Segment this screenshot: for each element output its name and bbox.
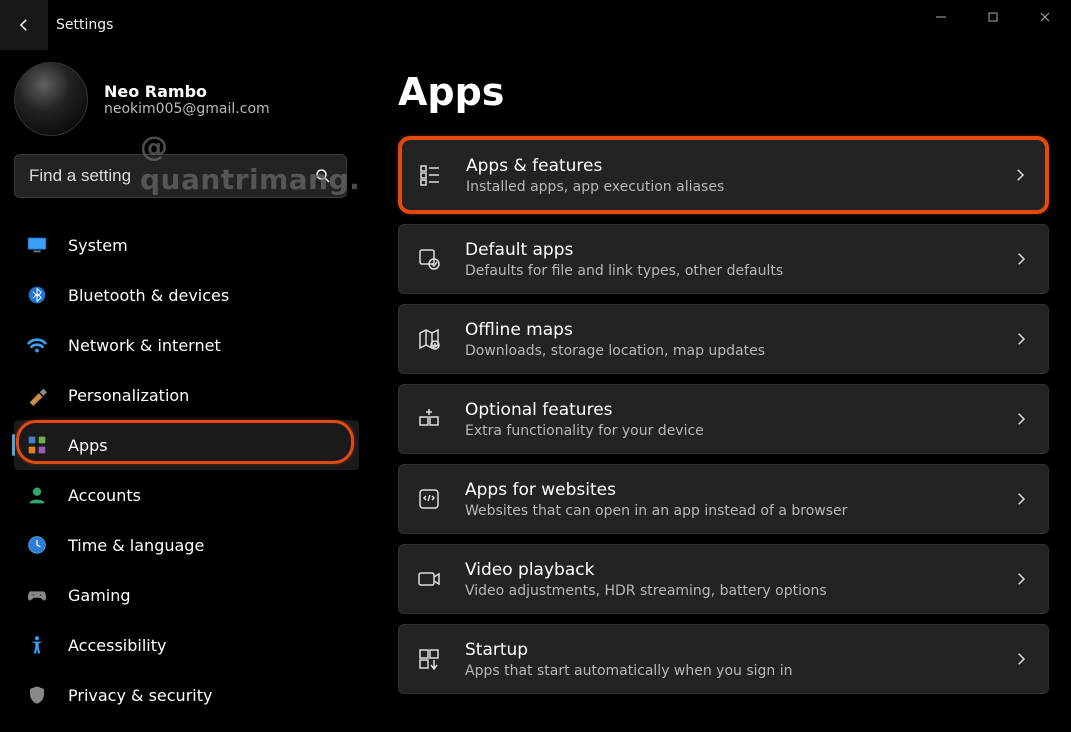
card-optional-features[interactable]: Optional features Extra functionality fo…	[398, 384, 1049, 454]
card-subtitle: Video adjustments, HDR streaming, batter…	[465, 583, 988, 599]
minimize-button[interactable]	[915, 0, 967, 34]
network-icon	[26, 334, 48, 356]
card-title: Apps & features	[466, 155, 987, 177]
card-title: Offline maps	[465, 319, 988, 341]
chevron-right-icon	[1012, 650, 1030, 668]
card-startup[interactable]: Startup Apps that start automatically wh…	[398, 624, 1049, 694]
apps-for-websites-icon	[417, 487, 441, 511]
card-default-apps[interactable]: Default apps Defaults for file and link …	[398, 224, 1049, 294]
sidebar-item-label: Bluetooth & devices	[68, 286, 229, 305]
sidebar-item-label: System	[68, 236, 128, 255]
system-icon	[26, 234, 48, 256]
video-playback-icon	[417, 567, 441, 591]
close-button[interactable]	[1019, 0, 1071, 34]
card-subtitle: Apps that start automatically when you s…	[465, 663, 988, 679]
avatar	[14, 62, 88, 136]
card-title: Default apps	[465, 239, 988, 261]
sidebar-item-bluetooth[interactable]: Bluetooth & devices	[14, 270, 359, 320]
window-title: Settings	[56, 17, 113, 33]
offline-maps-icon	[417, 327, 441, 351]
bluetooth-icon	[26, 284, 48, 306]
nav-list: System Bluetooth & devices Network & int…	[14, 220, 359, 720]
sidebar-item-system[interactable]: System	[14, 220, 359, 270]
privacy-icon	[26, 684, 48, 706]
card-title: Startup	[465, 639, 988, 661]
default-apps-icon	[417, 247, 441, 271]
sidebar-item-label: Gaming	[68, 586, 131, 605]
sidebar-item-network[interactable]: Network & internet	[14, 320, 359, 370]
personalization-icon	[26, 384, 48, 406]
sidebar-item-label: Time & language	[68, 536, 204, 555]
sidebar-item-privacy[interactable]: Privacy & security	[14, 670, 359, 720]
profile-block[interactable]: Neo Rambo neokim005@gmail.com	[14, 62, 350, 136]
sidebar-item-accessibility[interactable]: Accessibility	[14, 620, 359, 670]
window-controls	[915, 0, 1071, 34]
sidebar-item-label: Privacy & security	[68, 686, 212, 705]
sidebar-item-time-language[interactable]: Time & language	[14, 520, 359, 570]
card-subtitle: Extra functionality for your device	[465, 423, 988, 439]
sidebar-item-accounts[interactable]: Accounts	[14, 470, 359, 520]
chevron-right-icon	[1012, 490, 1030, 508]
maximize-button[interactable]	[967, 0, 1019, 34]
chevron-right-icon	[1012, 410, 1030, 428]
card-apps-for-websites[interactable]: Apps for websites Websites that can open…	[398, 464, 1049, 534]
gaming-icon	[26, 584, 48, 606]
startup-icon	[417, 647, 441, 671]
chevron-right-icon	[1012, 330, 1030, 348]
chevron-right-icon	[1012, 570, 1030, 588]
apps-icon	[26, 434, 48, 456]
sidebar-item-label: Personalization	[68, 386, 189, 405]
user-name: Neo Rambo	[104, 82, 270, 101]
card-title: Apps for websites	[465, 479, 988, 501]
user-email: neokim005@gmail.com	[104, 101, 270, 117]
optional-features-icon	[417, 407, 441, 431]
chevron-right-icon	[1012, 250, 1030, 268]
card-title: Video playback	[465, 559, 988, 581]
sidebar-item-label: Accounts	[68, 486, 141, 505]
card-subtitle: Websites that can open in an app instead…	[465, 503, 988, 519]
search-icon	[314, 167, 332, 185]
title-bar: Settings	[0, 0, 1071, 50]
main-content: Apps Apps & features Installed apps, app…	[360, 50, 1071, 732]
search-input[interactable]	[29, 166, 314, 186]
sidebar: Neo Rambo neokim005@gmail.com @ quantrim…	[0, 50, 360, 732]
sidebar-item-apps[interactable]: Apps	[14, 420, 359, 470]
search-box[interactable]	[14, 154, 347, 198]
card-title: Optional features	[465, 399, 988, 421]
card-subtitle: Defaults for file and link types, other …	[465, 263, 988, 279]
sidebar-item-label: Accessibility	[68, 636, 166, 655]
accounts-icon	[26, 484, 48, 506]
page-title: Apps	[398, 70, 1049, 114]
apps-features-icon	[418, 163, 442, 187]
time-language-icon	[26, 534, 48, 556]
back-button[interactable]	[0, 0, 48, 50]
accessibility-icon	[26, 634, 48, 656]
card-subtitle: Downloads, storage location, map updates	[465, 343, 988, 359]
settings-card-list: Apps & features Installed apps, app exec…	[398, 136, 1049, 694]
sidebar-item-gaming[interactable]: Gaming	[14, 570, 359, 620]
sidebar-item-label: Network & internet	[68, 336, 221, 355]
card-subtitle: Installed apps, app execution aliases	[466, 179, 987, 195]
sidebar-item-label: Apps	[68, 436, 108, 455]
sidebar-item-personalization[interactable]: Personalization	[14, 370, 359, 420]
card-offline-maps[interactable]: Offline maps Downloads, storage location…	[398, 304, 1049, 374]
chevron-right-icon	[1011, 166, 1029, 184]
card-apps-features[interactable]: Apps & features Installed apps, app exec…	[398, 136, 1049, 214]
card-video-playback[interactable]: Video playback Video adjustments, HDR st…	[398, 544, 1049, 614]
